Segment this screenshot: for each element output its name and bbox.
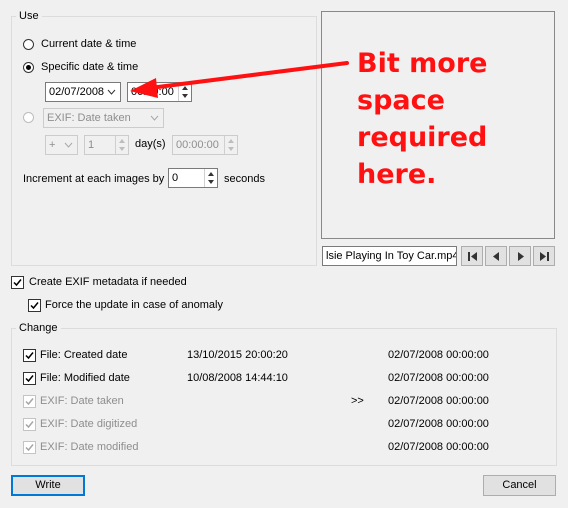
change-row-label[interactable]: EXIF: Date taken: [40, 395, 124, 407]
change-row-arrow: >>: [351, 395, 364, 407]
change-row-old-value: 10/08/2008 14:44:10: [187, 372, 288, 384]
radio-current-date-label[interactable]: Current date & time: [41, 38, 136, 50]
change-row-label[interactable]: EXIF: Date digitized: [40, 418, 137, 430]
annotation-line-3: required: [357, 122, 488, 153]
change-row-new-value: 02/07/2008 00:00:00: [388, 372, 489, 384]
radio-current-date[interactable]: [23, 39, 34, 50]
last-file-button[interactable]: [533, 246, 555, 266]
change-row-checkbox[interactable]: [23, 372, 36, 385]
write-button[interactable]: Write: [11, 475, 85, 496]
exif-source-value: EXIF: Date taken: [47, 112, 131, 124]
increment-unit-label: seconds: [224, 173, 265, 185]
increment-label: Increment at each images by: [23, 173, 165, 185]
checkmark-icon: [25, 421, 34, 429]
change-row-checkbox[interactable]: [23, 395, 36, 408]
preview-filename-text: lsie Playing In Toy Car.mp4: [326, 250, 457, 262]
offset-unit-label: day(s): [135, 138, 166, 150]
change-row-checkbox[interactable]: [23, 349, 36, 362]
offset-time-spinner-buttons[interactable]: [224, 136, 237, 154]
create-exif-label[interactable]: Create EXIF metadata if needed: [29, 276, 187, 288]
increment-spinner[interactable]: 0: [168, 168, 218, 188]
offset-days-spinner[interactable]: 1: [84, 135, 129, 155]
chevron-down-icon: [107, 89, 116, 95]
create-exif-checkbox[interactable]: [11, 276, 24, 289]
annotation-line-1: Bit more: [357, 48, 488, 79]
offset-time-spinner[interactable]: 00:00:00: [172, 135, 238, 155]
radio-specific-date-label[interactable]: Specific date & time: [41, 61, 138, 73]
checkmark-icon: [30, 302, 39, 310]
cancel-button[interactable]: Cancel: [483, 475, 556, 496]
chevron-down-icon: [150, 115, 159, 121]
checkmark-icon: [25, 352, 34, 360]
date-picker[interactable]: 02/07/2008: [45, 82, 121, 102]
offset-days-spinner-buttons[interactable]: [115, 136, 128, 154]
change-row-label[interactable]: EXIF: Date modified: [40, 441, 138, 453]
change-row-new-value: 02/07/2008 00:00:00: [388, 349, 489, 361]
change-group-title: Change: [16, 322, 61, 334]
radio-specific-date[interactable]: [23, 62, 34, 73]
previous-icon: [493, 252, 499, 261]
force-update-label[interactable]: Force the update in case of anomaly: [45, 299, 223, 311]
checkmark-icon: [25, 444, 34, 452]
increment-spinner-buttons[interactable]: [204, 169, 217, 187]
date-value: 02/07/2008: [49, 86, 105, 98]
change-row-checkbox[interactable]: [23, 418, 36, 431]
chevron-down-icon: [64, 142, 73, 148]
preview-filename: lsie Playing In Toy Car.mp4: [322, 246, 457, 266]
first-file-button[interactable]: [461, 246, 483, 266]
offset-sign-value: +: [49, 139, 56, 151]
offset-sign-select[interactable]: +: [45, 135, 78, 155]
annotation-line-2: space: [357, 85, 445, 116]
offset-days-value: 1: [88, 139, 95, 151]
exif-source-select[interactable]: EXIF: Date taken: [43, 108, 164, 128]
annotation-line-4: here.: [357, 159, 437, 190]
offset-time-value: 00:00:00: [176, 139, 219, 151]
skip-last-icon: [540, 252, 549, 261]
time-spinner-buttons[interactable]: [178, 83, 191, 101]
next-file-button[interactable]: [509, 246, 531, 266]
force-update-checkbox[interactable]: [28, 299, 41, 312]
change-row-checkbox[interactable]: [23, 441, 36, 454]
checkmark-icon: [13, 279, 22, 287]
next-icon: [518, 252, 524, 261]
time-spinner[interactable]: 00:00:00: [127, 82, 192, 102]
increment-value: 0: [172, 172, 179, 184]
change-row-old-value: 13/10/2015 20:00:20: [187, 349, 288, 361]
checkmark-icon: [25, 375, 34, 383]
change-row-new-value: 02/07/2008 00:00:00: [388, 418, 489, 430]
checkmark-icon: [25, 398, 34, 406]
skip-first-icon: [468, 252, 477, 261]
change-row-new-value: 02/07/2008 00:00:00: [388, 441, 489, 453]
change-row-new-value: 02/07/2008 00:00:00: [388, 395, 489, 407]
previous-file-button[interactable]: [485, 246, 507, 266]
change-row-label[interactable]: File: Modified date: [40, 372, 130, 384]
time-value: 00:00:00: [131, 86, 174, 98]
radio-exif-date[interactable]: [23, 112, 34, 123]
use-group-title: Use: [16, 10, 42, 22]
change-row-label[interactable]: File: Created date: [40, 349, 127, 361]
